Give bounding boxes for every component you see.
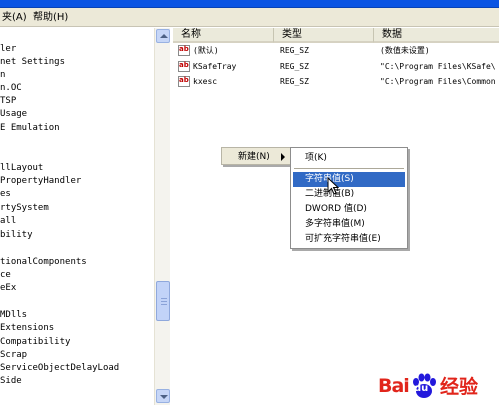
row-type: REG_SZ [280,62,309,71]
tree-item[interactable]: eEx [0,282,16,295]
tree-item[interactable]: Compatibility [0,336,70,349]
row-name: kxesc [193,77,218,86]
tree-item[interactable]: Usage [0,108,27,121]
menu-item-expandable-string-value[interactable]: 可扩充字符串值(E) [293,232,405,247]
mouse-cursor-icon [327,177,339,195]
watermark-text: Bai [378,375,410,397]
menu-bar: 夹(A) 帮助(H) [0,8,499,27]
tree-item[interactable]: n.OC [0,82,22,95]
menu-separator [294,168,404,169]
menu-item-dword-value[interactable]: DWORD 值(D) [293,202,405,217]
chevron-up-icon [160,34,168,38]
chevron-down-icon [160,395,168,399]
tree-item[interactable]: Extensions [0,322,54,335]
tree-item[interactable]: net Settings [0,56,65,69]
tree-item[interactable]: n [0,69,5,82]
column-header-data[interactable]: 数据 [374,28,499,43]
table-row[interactable]: ab kxesc REG_SZ "C:\Program Files\Common [173,75,499,88]
tree-item[interactable]: all [0,215,16,228]
row-name: KSafeTray [193,62,237,71]
tree-item[interactable]: rtySystem [0,202,49,215]
grip-line [161,301,167,302]
column-header-type[interactable]: 类型 [274,28,374,43]
new-submenu: 项(K) 字符串值(S) 二进制值(B) DWORD 值(D) 多字符串值(M)… [290,147,408,249]
tree-item[interactable]: es [0,188,11,201]
row-type: REG_SZ [280,77,309,86]
menu-item-multi-string-value[interactable]: 多字符串值(M) [293,217,405,232]
row-data: (数值未设置) [380,46,430,55]
tree-item[interactable]: TSP [0,95,16,108]
menu-item-key[interactable]: 项(K) [293,151,405,166]
tree-item[interactable]: MDlls [0,309,27,322]
watermark: Bai du 经验 [378,373,496,401]
row-data: "C:\Program Files\KSafe\ [380,62,496,71]
tree-item[interactable]: Scrap [0,349,27,362]
menu-help[interactable]: 帮助(H) [33,11,68,24]
tree-item[interactable]: ServiceObjectDelayLoad [0,362,119,375]
tree-item[interactable]: tionalComponents [0,256,87,269]
table-row[interactable]: ab KSafeTray REG_SZ "C:\Program Files\KS… [173,60,499,73]
tree-item[interactable]: Side [0,375,22,388]
watermark-brand: 经验 [440,376,479,398]
menu-new-label: 新建(N) [238,152,270,162]
row-type: REG_SZ [280,46,309,55]
menu-item-binary-value[interactable]: 二进制值(B) [293,187,405,202]
row-name: (默认) [193,46,219,55]
table-row[interactable]: ab (默认) REG_SZ (数值未设置) [173,44,499,57]
tree-item[interactable]: PropertyHandler [0,175,81,188]
submenu-arrow-icon [281,153,285,161]
tree-item[interactable]: ler [0,43,16,56]
grip-line [161,298,167,299]
string-value-icon: ab [178,76,190,87]
grip-line [161,304,167,305]
scroll-thumb[interactable] [156,281,170,321]
watermark-paw-text: du [414,383,429,394]
tree-item[interactable]: llLayout [0,162,43,175]
menu-item-string-value[interactable]: 字符串值(S) [293,172,405,187]
window-titlebar [0,0,499,8]
string-value-icon: ab [178,45,190,56]
tree-item[interactable]: ce [0,269,11,282]
row-data: "C:\Program Files\Common [380,77,496,86]
tree-item[interactable]: E Emulation [0,122,60,135]
column-header-name[interactable]: 名称 [173,28,274,43]
scroll-up-button[interactable] [156,29,170,43]
menu-favorites[interactable]: 夹(A) [2,11,27,24]
tree-item[interactable]: bility [0,229,33,242]
tree-scrollbar[interactable] [154,28,170,405]
scroll-down-button[interactable] [156,389,170,403]
context-menu-new[interactable]: 新建(N) [221,147,291,165]
registry-tree: ler net Settings n n.OC TSP Usage E Emul… [0,28,170,405]
string-value-icon: ab [178,61,190,72]
